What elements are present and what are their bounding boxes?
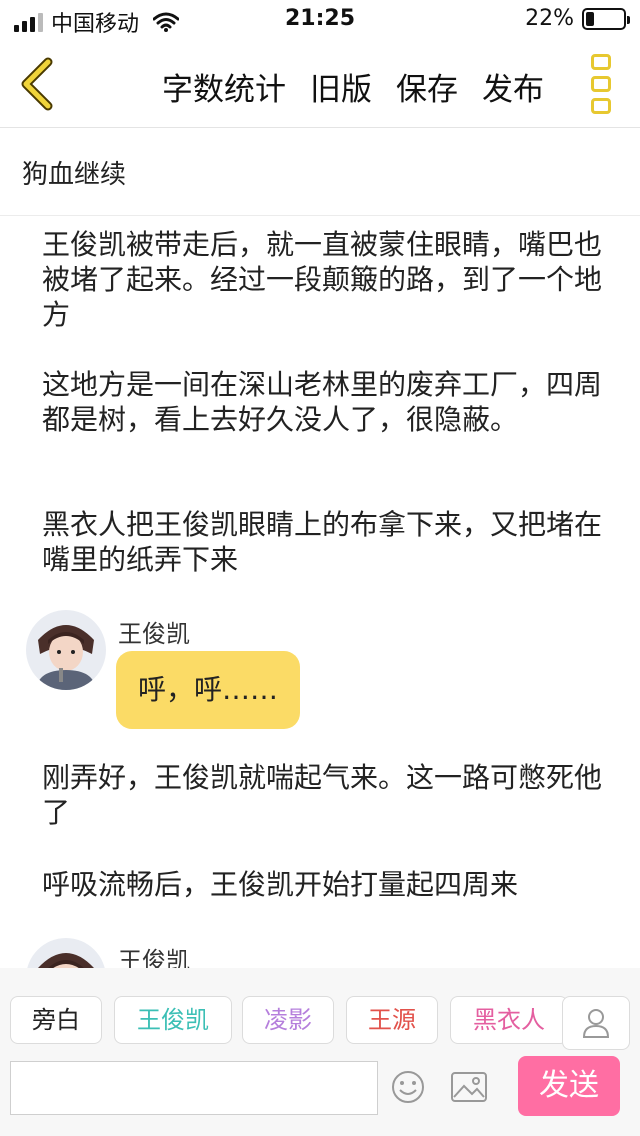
old-version-button[interactable]: 旧版 (310, 64, 372, 109)
avatar-image (26, 610, 106, 690)
avatar-image (26, 938, 106, 968)
narration-paragraph[interactable]: 这地方是一间在深山老林里的废弃工厂，四周都是树，看上去好久没人了，很隐蔽。 (42, 367, 612, 437)
role-chip-wang-yuan[interactable]: 王源 (346, 996, 438, 1044)
battery-fill (586, 11, 594, 26)
story-content[interactable]: 王俊凯被带走后，就一直被蒙住眼睛，嘴巴也被堵了起来。经过一段颠簸的路，到了一个地… (0, 217, 640, 968)
avatar (26, 610, 106, 690)
dialog-bubble[interactable]: 呼，呼…… (116, 651, 301, 729)
narration-paragraph[interactable]: 刚弄好，王俊凯就喘起气来。这一路可憋死他了 (42, 760, 612, 830)
word-count-button[interactable]: 字数统计 (162, 64, 286, 109)
save-button[interactable]: 保存 (396, 64, 458, 109)
battery-icon (582, 7, 630, 30)
add-role-button[interactable] (562, 996, 630, 1050)
more-dot-icon (591, 98, 611, 114)
status-right: 22% (525, 6, 630, 31)
message-input[interactable] (10, 1061, 378, 1115)
back-button[interactable] (14, 54, 64, 114)
narration-paragraph[interactable]: 王俊凯被带走后，就一直被蒙住眼睛，嘴巴也被堵了起来。经过一段颠簸的路，到了一个地… (42, 227, 612, 332)
role-chip-ling-ying[interactable]: 凌影 (242, 996, 334, 1044)
story-title-row[interactable]: 狗血继续 (0, 128, 640, 216)
dialog-speaker-name: 王俊凯 (118, 620, 190, 648)
role-chip-narration[interactable]: 旁白 (10, 996, 102, 1044)
nav-actions: 字数统计 旧版 保存 发布 (162, 64, 544, 109)
user-icon (582, 1009, 610, 1038)
story-title: 狗血继续 (22, 160, 127, 190)
send-button[interactable]: 发送 (518, 1056, 620, 1116)
battery-percent: 22% (525, 6, 574, 31)
avatar (26, 938, 106, 968)
narration-paragraph[interactable]: 呼吸流畅后，王俊凯开始打量起四周来 (42, 867, 612, 902)
more-dot-icon (591, 54, 611, 70)
narration-paragraph[interactable]: 黑衣人把王俊凯眼睛上的布拿下来，又把堵在嘴里的纸弄下来 (42, 507, 612, 577)
publish-button[interactable]: 发布 (482, 64, 544, 109)
image-icon (451, 1072, 487, 1102)
more-button[interactable] (588, 54, 614, 114)
composer-panel: 旁白 王俊凯 凌影 王源 黑衣人 发送 (0, 968, 640, 1136)
role-chip-wang-junkai[interactable]: 王俊凯 (114, 996, 232, 1044)
battery-cap (627, 15, 630, 24)
emoji-icon (392, 1071, 424, 1103)
emoji-button[interactable] (390, 1069, 426, 1105)
more-dot-icon (591, 76, 611, 92)
role-chip-black-clothes[interactable]: 黑衣人 (450, 996, 568, 1044)
nav-bar: 字数统计 旧版 保存 发布 (0, 40, 640, 128)
dialog-speaker-name: 王俊凯 (118, 947, 190, 968)
image-button[interactable] (450, 1069, 488, 1105)
chevron-left-icon (21, 57, 53, 111)
status-bar: 中国移动 21:25 22% (0, 0, 640, 40)
